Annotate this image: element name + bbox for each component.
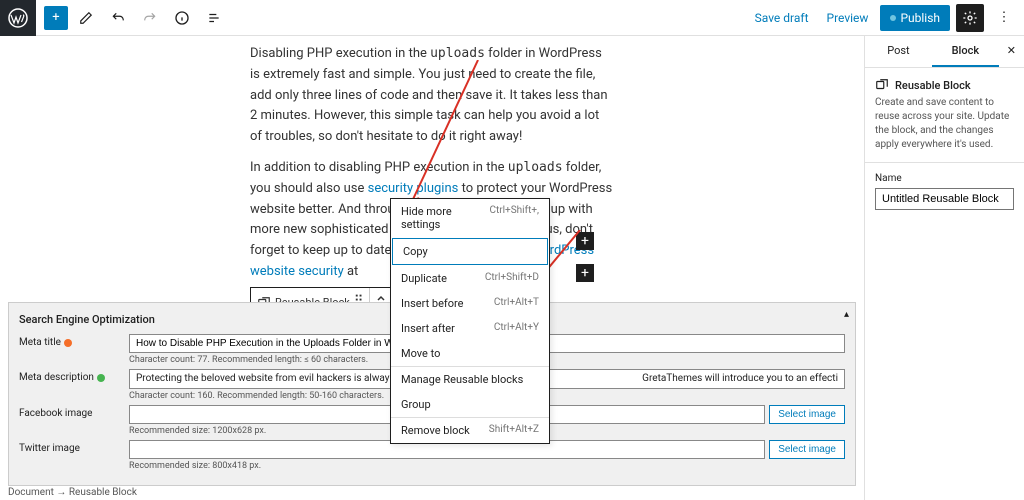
publish-button[interactable]: Publish [880,5,950,31]
settings-button[interactable] [956,4,984,32]
add-block-button[interactable]: + [44,6,68,30]
security-plugins-link[interactable]: security plugins [368,181,459,196]
insert-after-item[interactable]: Insert afterCtrl+Alt+Y [391,316,549,341]
hide-more-settings-item[interactable]: Hide more settingsCtrl+Shift+, [391,199,549,237]
copy-item[interactable]: Copy [392,238,548,265]
tab-block[interactable]: Block [932,36,999,67]
twitter-image-hint: Recommended size: 800x418 px. [129,461,845,471]
paragraph[interactable]: Disabling PHP execution in the uploads f… [250,44,614,148]
preview-button[interactable]: Preview [821,7,875,29]
facebook-image-label: Facebook image [19,405,119,419]
warning-indicator-icon [64,339,72,347]
add-block-inline-button[interactable]: + [576,264,594,282]
move-to-item[interactable]: Move to [391,341,549,366]
duplicate-item[interactable]: DuplicateCtrl+Shift+D [391,266,549,291]
remove-block-item[interactable]: Remove blockShift+Alt+Z [391,417,549,443]
settings-sidebar: Post Block ✕ Reusable Block Create and s… [864,36,1024,500]
name-field-label: Name [875,173,1014,184]
breadcrumb[interactable]: Document → Reusable Block [8,485,137,500]
add-block-inline-button[interactable]: + [576,232,594,250]
wordpress-logo[interactable] [0,0,36,36]
block-name-input[interactable] [875,188,1014,210]
block-description: Create and save content to reuse across … [875,96,1014,152]
select-image-button[interactable]: Select image [769,405,845,424]
twitter-image-label: Twitter image [19,440,119,454]
collapse-icon[interactable]: ▴ [844,309,849,320]
block-name-title: Reusable Block [895,79,971,92]
redo-button[interactable] [136,4,164,32]
info-button[interactable] [168,4,196,32]
group-item[interactable]: Group [391,392,549,417]
manage-reusable-item[interactable]: Manage Reusable blocks [391,366,549,392]
select-image-button[interactable]: Select image [769,440,845,459]
undo-button[interactable] [104,4,132,32]
meta-description-label: Meta description [19,369,119,383]
ok-indicator-icon [97,374,105,382]
reusable-block-icon [875,78,889,92]
more-menu-button[interactable]: ⋮ [990,4,1018,32]
save-draft-button[interactable]: Save draft [749,7,815,29]
tab-post[interactable]: Post [865,36,932,67]
insert-before-item[interactable]: Insert beforeCtrl+Alt+T [391,291,549,316]
block-options-dropdown: Hide more settingsCtrl+Shift+, Copy Dupl… [390,198,550,444]
close-sidebar-button[interactable]: ✕ [999,36,1024,67]
meta-title-label: Meta title [19,334,119,348]
edit-mode-icon[interactable] [72,4,100,32]
outline-button[interactable] [200,4,228,32]
